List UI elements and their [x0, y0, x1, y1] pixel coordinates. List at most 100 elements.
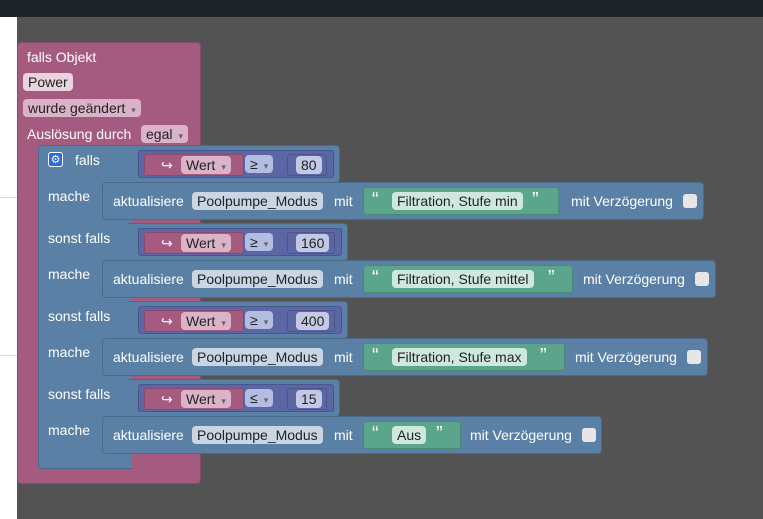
variable-value: Wert	[186, 157, 216, 173]
dropdown-arrow-icon: ▾	[221, 240, 226, 250]
variable-arrow-icon: ↪	[161, 391, 173, 407]
update-state-block[interactable]: aktualisiere Poolpumpe_Modus mit “ Filtr…	[102, 260, 716, 298]
quote-close-icon: ”	[540, 345, 547, 367]
do-label: mache	[48, 422, 91, 438]
variable-dropdown[interactable]: Wert ▾	[181, 390, 231, 408]
delay-checkbox[interactable]	[683, 194, 697, 208]
dropdown-arrow-icon: ▾	[221, 162, 226, 172]
update-verb: aktualisiere	[113, 349, 184, 365]
trigger-title: falls Objekt	[27, 49, 97, 65]
trigger-type-dropdown[interactable]: wurde geändert ▾	[23, 99, 141, 117]
state-id-field[interactable]: Poolpumpe_Modus	[192, 270, 323, 288]
with-label: mit	[334, 349, 353, 365]
state-id-field[interactable]: Poolpumpe_Modus	[192, 348, 323, 366]
variable-block[interactable]: ↪ Wert ▾	[144, 154, 244, 176]
update-state-block[interactable]: aktualisiere Poolpumpe_Modus mit “ Filtr…	[102, 338, 708, 376]
variable-block[interactable]: ↪ Wert ▾	[144, 388, 244, 410]
variable-arrow-icon: ↪	[161, 313, 173, 329]
quote-close-icon: ”	[436, 423, 443, 445]
number-block[interactable]: 160	[287, 232, 335, 254]
number-field[interactable]: 400	[296, 312, 330, 330]
number-block[interactable]: 15	[287, 388, 327, 410]
with-label: mit	[334, 193, 353, 209]
left-panel-divider	[0, 197, 17, 198]
operator-value: ≤	[250, 390, 258, 406]
quote-open-icon: “	[372, 189, 379, 211]
variable-dropdown[interactable]: Wert ▾	[181, 234, 231, 252]
left-panel-divider	[0, 355, 17, 356]
update-verb: aktualisiere	[113, 427, 184, 443]
delay-checkbox[interactable]	[582, 428, 596, 442]
variable-arrow-icon: ↪	[161, 235, 173, 251]
quote-close-icon: ”	[532, 189, 539, 211]
trigger-type-value: wurde geändert	[28, 100, 126, 116]
state-id-field[interactable]: Poolpumpe_Modus	[192, 426, 323, 444]
update-verb: aktualisiere	[113, 193, 184, 209]
dropdown-arrow-icon: ▾	[263, 161, 269, 171]
text-block[interactable]: “ Aus ”	[363, 421, 461, 449]
quote-open-icon: “	[372, 267, 379, 289]
text-block[interactable]: “ Filtration, Stufe min ”	[363, 187, 559, 215]
operator-value: ≥	[250, 312, 258, 328]
operator-value: ≥	[250, 234, 258, 250]
variable-dropdown[interactable]: Wert ▾	[181, 312, 231, 330]
state-id-field[interactable]: Poolpumpe_Modus	[192, 192, 323, 210]
operator-value: ≥	[250, 156, 258, 172]
variable-dropdown[interactable]: Wert ▾	[181, 156, 231, 174]
object-id-field[interactable]: Power	[23, 73, 73, 91]
delay-label: mit Verzögerung	[470, 427, 572, 443]
variable-value: Wert	[186, 391, 216, 407]
text-value-field[interactable]: Aus	[392, 426, 427, 444]
do-label: mache	[48, 266, 91, 282]
delay-label: mit Verzögerung	[583, 271, 685, 287]
operator-dropdown[interactable]: ≥ ▾	[245, 155, 274, 173]
text-value-field[interactable]: Filtration, Stufe max	[392, 348, 527, 366]
update-state-block[interactable]: aktualisiere Poolpumpe_Modus mit “ Filtr…	[102, 182, 704, 220]
operator-dropdown[interactable]: ≥ ▾	[245, 233, 274, 251]
trigger-by-dropdown[interactable]: egal ▾	[141, 125, 188, 143]
text-block[interactable]: “ Filtration, Stufe mittel ”	[363, 265, 573, 293]
compare-block[interactable]: ↪ Wert ▾ ≥ ▾ 400	[138, 306, 342, 334]
update-state-block[interactable]: aktualisiere Poolpumpe_Modus mit “ Aus ”…	[102, 416, 602, 454]
variable-arrow-icon: ↪	[161, 157, 173, 173]
quote-open-icon: “	[372, 423, 379, 445]
delay-label: mit Verzögerung	[571, 193, 673, 209]
dropdown-arrow-icon: ▾	[178, 131, 183, 141]
number-block[interactable]: 400	[287, 310, 335, 332]
text-value-field[interactable]: Filtration, Stufe mittel	[392, 270, 534, 288]
number-field[interactable]: 80	[296, 156, 322, 174]
do-label: mache	[48, 344, 91, 360]
compare-block[interactable]: ↪ Wert ▾ ≤ ▾ 15	[138, 384, 334, 412]
dropdown-arrow-icon: ▾	[221, 318, 226, 328]
top-bar	[0, 0, 763, 17]
variable-value: Wert	[186, 235, 216, 251]
dropdown-arrow-icon: ▾	[221, 396, 226, 406]
dropdown-arrow-icon: ▾	[263, 317, 269, 327]
delay-checkbox[interactable]	[687, 350, 701, 364]
with-label: mit	[334, 271, 353, 287]
gear-icon[interactable]: ⚙	[48, 152, 63, 167]
dropdown-arrow-icon: ▾	[131, 105, 136, 115]
delay-label: mit Verzögerung	[575, 349, 677, 365]
number-field[interactable]: 160	[296, 234, 330, 252]
operator-dropdown[interactable]: ≥ ▾	[245, 311, 274, 329]
delay-checkbox[interactable]	[695, 272, 709, 286]
operator-dropdown[interactable]: ≤ ▾	[245, 389, 274, 407]
variable-block[interactable]: ↪ Wert ▾	[144, 232, 244, 254]
trigger-by-label: Auslösung durch	[27, 126, 132, 142]
compare-block[interactable]: ↪ Wert ▾ ≥ ▾ 80	[138, 150, 334, 178]
dropdown-arrow-icon: ▾	[263, 239, 269, 249]
number-block[interactable]: 80	[287, 154, 327, 176]
dropdown-arrow-icon: ▾	[263, 395, 269, 405]
if-label: falls	[75, 152, 100, 168]
elseif-label: sonst falls	[48, 386, 111, 402]
elseif-label: sonst falls	[48, 308, 111, 324]
variable-block[interactable]: ↪ Wert ▾	[144, 310, 244, 332]
text-value-field[interactable]: Filtration, Stufe min	[392, 192, 523, 210]
quote-close-icon: ”	[548, 267, 555, 289]
compare-block[interactable]: ↪ Wert ▾ ≥ ▾ 160	[138, 228, 342, 256]
number-field[interactable]: 15	[296, 390, 322, 408]
update-verb: aktualisiere	[113, 271, 184, 287]
text-block[interactable]: “ Filtration, Stufe max ”	[363, 343, 565, 371]
quote-open-icon: “	[372, 345, 379, 367]
